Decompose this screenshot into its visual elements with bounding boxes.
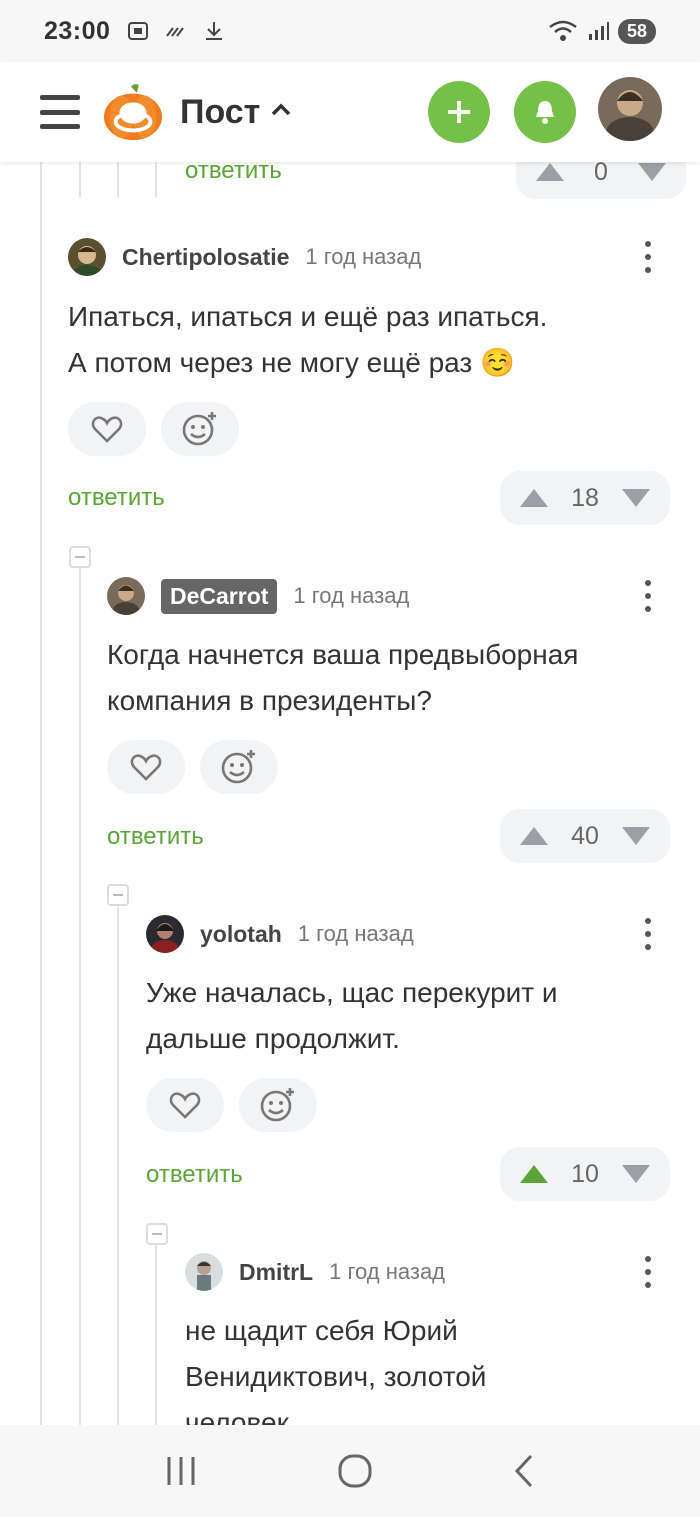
more-vert-icon[interactable] bbox=[643, 1256, 653, 1288]
arrow-down-icon[interactable] bbox=[620, 487, 652, 509]
comment-text: не щадит себя Юрий Венидиктович, золотой… bbox=[185, 1315, 487, 1425]
download-icon bbox=[206, 22, 223, 40]
chevron-up-icon bbox=[272, 103, 291, 116]
vote-control: 40 bbox=[500, 809, 670, 863]
thread-line bbox=[117, 907, 119, 1425]
emoji-add-icon bbox=[182, 412, 216, 446]
vote-count: 10 bbox=[571, 1159, 599, 1188]
more-vert-icon[interactable] bbox=[643, 241, 653, 273]
emoji-add-icon bbox=[221, 750, 255, 784]
vote-control: 0 bbox=[516, 162, 686, 199]
thread-line bbox=[79, 162, 81, 197]
comment-author[interactable]: yolotah bbox=[200, 921, 282, 948]
comment-time[interactable]: 1 год назад bbox=[293, 583, 409, 609]
more-vert-icon[interactable] bbox=[643, 580, 653, 612]
avatar[interactable] bbox=[68, 238, 106, 276]
arrow-down-icon[interactable] bbox=[620, 1163, 652, 1185]
vote-count: 40 bbox=[571, 821, 599, 850]
arrow-up-icon[interactable] bbox=[518, 487, 550, 509]
reply-link[interactable]: ответить bbox=[146, 1161, 243, 1189]
bell-icon bbox=[536, 101, 554, 124]
vote-control: 10 bbox=[500, 1147, 670, 1201]
collapse-thread-button[interactable] bbox=[69, 546, 91, 568]
thread-line bbox=[155, 1245, 157, 1425]
thread-line bbox=[40, 162, 42, 1425]
comment-header: DeCarrot 1 год назад bbox=[107, 576, 409, 616]
heart-icon bbox=[91, 416, 123, 443]
vote-count: 0 bbox=[594, 162, 608, 186]
notifications-button[interactable] bbox=[514, 81, 576, 143]
add-post-button[interactable] bbox=[428, 81, 490, 143]
collapse-thread-button[interactable] bbox=[146, 1223, 168, 1245]
vote-control: 18 bbox=[500, 471, 670, 525]
vote-count: 18 bbox=[571, 483, 599, 512]
arrow-down-icon[interactable] bbox=[620, 825, 652, 847]
comment-time[interactable]: 1 год назад bbox=[305, 244, 421, 270]
reply-link[interactable]: ответить bbox=[107, 823, 204, 851]
comment-author[interactable]: Chertipolosatie bbox=[122, 244, 289, 271]
pumpkin-logo[interactable] bbox=[102, 81, 164, 143]
user-avatar[interactable] bbox=[598, 77, 662, 141]
comment-time[interactable]: 1 год назад bbox=[329, 1259, 445, 1285]
comment-time[interactable]: 1 год назад bbox=[298, 921, 414, 947]
avatar[interactable] bbox=[185, 1253, 223, 1291]
comment-text: Когда начнется ваша предвыборная компани… bbox=[107, 639, 579, 716]
reply-link[interactable]: ответить bbox=[185, 162, 282, 185]
home-icon[interactable] bbox=[337, 1453, 373, 1489]
system-nav-bar bbox=[0, 1425, 700, 1517]
collapse-thread-button[interactable] bbox=[107, 884, 129, 906]
back-icon[interactable] bbox=[512, 1453, 536, 1489]
thread-line bbox=[155, 162, 157, 197]
arrow-up-icon[interactable] bbox=[518, 1163, 550, 1185]
comment-text: Уже началась, щас перекурит и дальше про… bbox=[146, 977, 558, 1054]
comment-header: DmitrL 1 год назад bbox=[185, 1252, 445, 1292]
data-icon bbox=[166, 27, 185, 37]
arrow-down-icon[interactable] bbox=[636, 162, 668, 183]
arrow-up-icon[interactable] bbox=[518, 825, 550, 847]
comment-author[interactable]: DmitrL bbox=[239, 1259, 313, 1286]
add-reaction-button[interactable] bbox=[161, 402, 239, 456]
add-reaction-button[interactable] bbox=[239, 1078, 317, 1132]
like-button[interactable] bbox=[68, 402, 146, 456]
reply-link[interactable]: ответить bbox=[68, 484, 165, 512]
avatar[interactable] bbox=[107, 577, 145, 615]
more-vert-icon[interactable] bbox=[643, 918, 653, 950]
emoji-add-icon bbox=[260, 1088, 294, 1122]
wifi-icon bbox=[549, 20, 577, 41]
status-bar: 23:00 58 bbox=[0, 0, 700, 62]
like-button[interactable] bbox=[146, 1078, 224, 1132]
arrow-up-icon[interactable] bbox=[534, 162, 566, 183]
like-button[interactable] bbox=[107, 740, 185, 794]
heart-icon bbox=[169, 1092, 201, 1119]
comment-header: yolotah 1 год назад bbox=[146, 914, 414, 954]
menu-icon[interactable] bbox=[40, 95, 80, 129]
heart-icon bbox=[130, 754, 162, 781]
add-reaction-button[interactable] bbox=[200, 740, 278, 794]
status-time: 23:00 bbox=[44, 16, 111, 45]
avatar[interactable] bbox=[146, 915, 184, 953]
plus-icon bbox=[448, 101, 470, 123]
comment-author[interactable]: DeCarrot bbox=[161, 578, 278, 614]
thread-line bbox=[79, 567, 81, 1425]
page-title[interactable]: Пост bbox=[180, 93, 292, 132]
app-header: Пост bbox=[0, 62, 700, 162]
comment-text: Ипаться, ипаться и ещё раз ипаться. А по… bbox=[68, 301, 548, 378]
recent-apps-icon[interactable] bbox=[164, 1455, 198, 1487]
comment-header: Chertipolosatie 1 год назад bbox=[68, 237, 421, 277]
comments-thread: ответить 0 Chertipolosatie 1 год назад И… bbox=[0, 162, 700, 1425]
screenshot-icon bbox=[128, 22, 149, 40]
signal-icon bbox=[588, 22, 609, 40]
battery-indicator: 58 bbox=[617, 18, 656, 44]
thread-line bbox=[117, 162, 119, 197]
